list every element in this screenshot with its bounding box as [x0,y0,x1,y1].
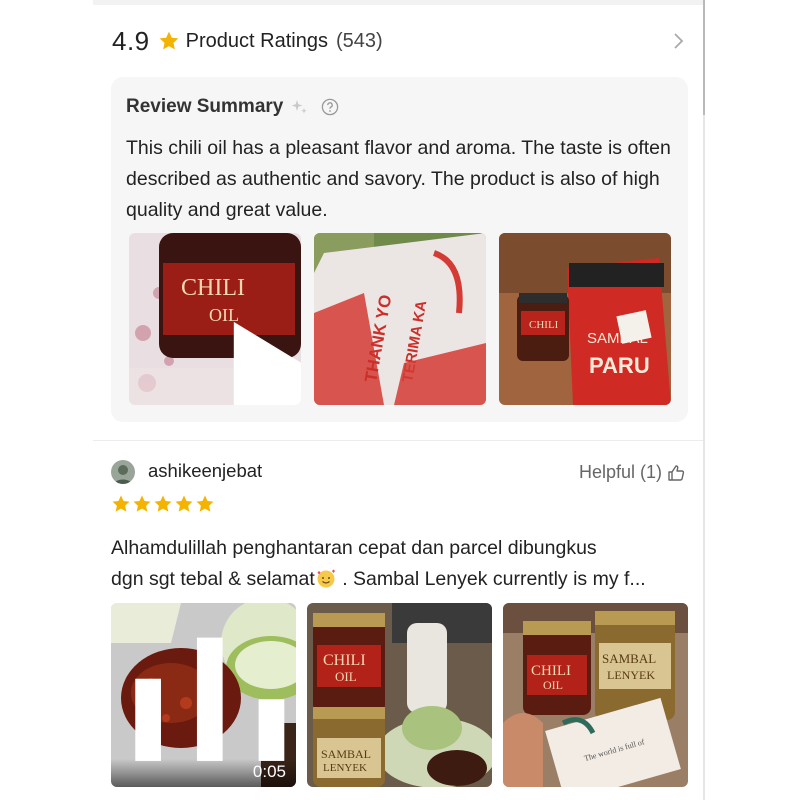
review-text-line2: dgn sgt tebal & selamat . Sambal Lenyek … [111,564,696,595]
summary-image-thumb[interactable]: SAMBAL PARU CHILI [499,233,671,405]
summary-image-thumb-partial[interactable] [684,233,688,405]
star-icon [133,495,151,512]
review-text-line2-end: . Sambal Lenyek currently is my f... [336,568,646,590]
play-icon[interactable] [208,309,301,405]
svg-text:OIL: OIL [543,678,563,692]
review-text[interactable]: Alhamdulillah penghantaran cepat dan par… [111,533,696,595]
summary-text: This chili oil has a pleasant flavor and… [126,137,671,221]
star-icon [112,495,130,512]
scrollbar-thumb[interactable] [703,0,705,115]
helpful-button[interactable]: Helpful (1) [579,462,685,483]
rating-score: 4.9 [112,25,150,56]
video-duration: 0:05 [252,762,286,781]
star-icon [196,495,214,512]
help-circle-icon[interactable] [321,98,339,116]
summary-title: Review Summary [126,96,284,117]
svg-text:PARU: PARU [589,353,650,378]
ratings-count: (543) [335,29,383,52]
star-icon [154,495,172,512]
section-divider [93,440,703,441]
product-ratings-header[interactable]: 4.9 Product Ratings (543) [112,26,690,56]
svg-text:CHILI: CHILI [531,663,571,679]
review-video-thumb[interactable]: 0:05 [111,603,296,787]
svg-text:CHILI: CHILI [323,652,366,669]
svg-text:LENYEK: LENYEK [323,762,367,774]
svg-text:CHILI: CHILI [529,319,559,331]
sparkle-icon [291,100,308,114]
review-text-line2-start: dgn sgt tebal & selamat [111,568,315,590]
svg-text:SAMBAL: SAMBAL [602,651,656,666]
audio-bars-icon [135,637,285,761]
parcel-bag-image: THANK YO TERIMA KA [314,233,486,405]
review-image-thumb[interactable]: CHILI OIL SAMBAL LENYEK [307,603,492,787]
scroll-track [703,0,705,800]
svg-text:CHILI: CHILI [181,275,245,301]
svg-text:OIL: OIL [335,669,357,684]
helpful-label: Helpful (1) [579,462,663,482]
star-icon [159,31,179,50]
sambal-paru-image: SAMBAL PARU CHILI [499,233,671,405]
partial-thumb-image [684,233,688,405]
chevron-right-icon[interactable] [672,31,686,51]
summary-image-thumb[interactable]: THANK YO TERIMA KA [314,233,486,405]
svg-text:SAMBAL: SAMBAL [321,747,371,761]
jars-image: CHILI OIL SAMBAL LENYEK [307,603,492,787]
ratings-label: Product Ratings [185,29,328,52]
review-username[interactable]: ashikeenjebat [148,460,262,482]
avatar[interactable] [111,460,135,484]
jars-card-image: CHILI OIL SAMBAL LENYEK The world is ful… [503,603,688,787]
smiling-hearts-emoji-icon [317,569,335,588]
top-strip [93,0,705,5]
star-icon [175,495,193,512]
review-text-line1: Alhamdulillah penghantaran cepat dan par… [111,537,597,559]
thumb-up-icon [668,464,685,481]
summary-media-strip[interactable]: CHILI OIL THANK YO TERIMA KA SAMBAL PARU… [129,233,688,405]
summary-video-thumb[interactable]: CHILI OIL [129,233,301,405]
review-summary-card: Review Summary This chili oil has a plea… [111,77,688,422]
summary-header: Review Summary [126,96,339,118]
svg-text:LENYEK: LENYEK [607,668,655,682]
review-star-rating [111,494,215,514]
review-image-thumb[interactable]: CHILI OIL SAMBAL LENYEK The world is ful… [503,603,688,787]
